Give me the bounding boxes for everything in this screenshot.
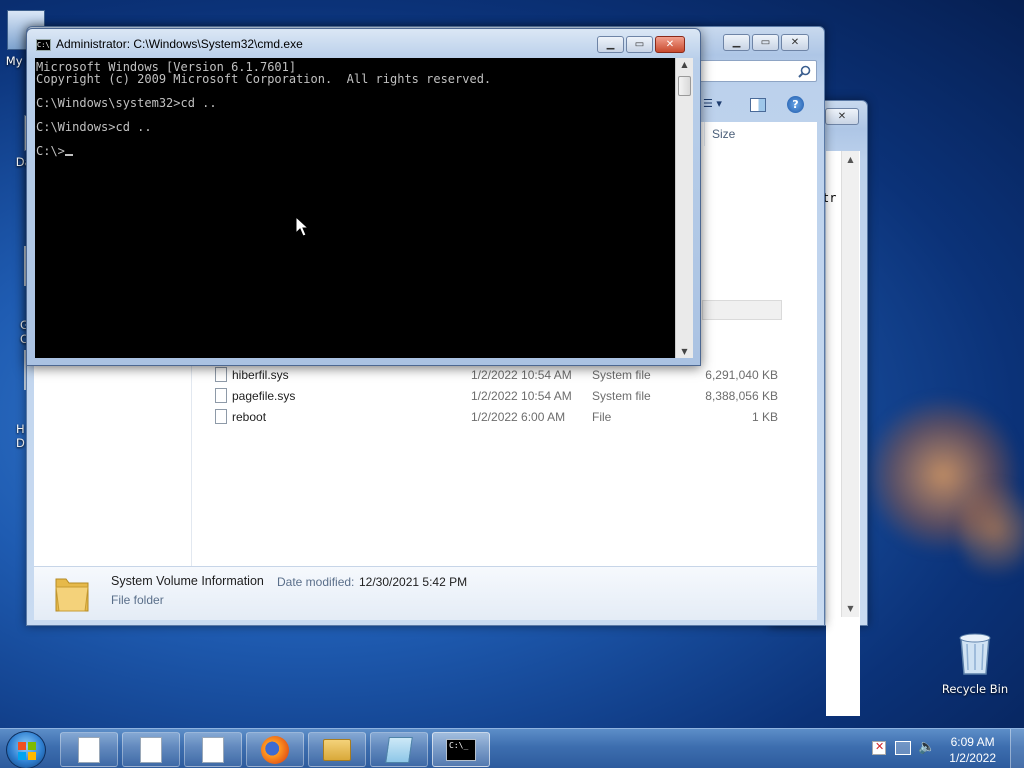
taskbar-item-document-3[interactable] (184, 732, 242, 767)
table-row[interactable]: hiberfil.sys 1/2/2022 10:54 AM System fi… (192, 364, 817, 385)
table-row[interactable]: reboot 1/2/2022 6:00 AM File 1 KB (192, 406, 817, 427)
file-name: hiberfil.sys (232, 367, 289, 382)
file-size: 6,291,040 KB (705, 367, 778, 382)
file-icon (215, 367, 227, 382)
notepad-icon (385, 736, 413, 763)
file-icon (215, 388, 227, 403)
clock-date: 1/2/2022 (949, 751, 996, 765)
details-modified-value: 12/30/2021 5:42 PM (359, 575, 468, 589)
file-date: 1/2/2022 10:54 AM (471, 388, 572, 403)
cmd-icon: C:\_ (446, 738, 476, 761)
preview-pane-icon[interactable] (750, 98, 766, 112)
taskbar-item-document-2[interactable] (122, 732, 180, 767)
clock[interactable]: 6:09 AM 1/2/2022 (949, 734, 996, 766)
background-window-content: tr ▲ ▼ (822, 151, 860, 716)
wallpaper-tendril (960, 470, 1024, 590)
file-type: File (592, 409, 612, 424)
vertical-scrollbar[interactable]: ▲ ▼ (675, 58, 693, 358)
column-label-size: Size (712, 127, 736, 141)
file-date: 1/2/2022 6:00 AM (471, 409, 566, 424)
view-options-icon[interactable]: ☰ ▾ (703, 97, 722, 110)
details-pane: System Volume Information Date modified:… (34, 566, 817, 620)
maximize-button[interactable]: ▭ (626, 36, 653, 53)
minimize-button[interactable]: ▁ (597, 36, 624, 53)
desktop-icon-recycle-bin[interactable]: Recycle Bin (938, 630, 1012, 696)
windows-logo-icon (18, 742, 36, 760)
start-button[interactable] (6, 731, 46, 768)
scroll-up-icon[interactable]: ▲ (842, 155, 859, 164)
toolbar: ☰ ▾ ? (699, 91, 817, 121)
folder-icon (323, 738, 351, 761)
console-line: Copyright (c) 2009 Microsoft Corporation… (36, 72, 492, 86)
prompt-line: C:\> (36, 145, 674, 157)
scroll-down-icon[interactable]: ▼ (842, 604, 859, 613)
close-button[interactable]: ✕ (825, 108, 859, 125)
taskbar: C:\_ ✕ 🔈 6:09 AM 1/2/2022 (0, 728, 1024, 768)
console-line: C:\Windows\system32>cd .. (36, 96, 217, 110)
close-button[interactable]: ✕ (781, 34, 809, 51)
folder-icon (55, 578, 89, 612)
file-icon (215, 409, 227, 424)
network-icon[interactable] (895, 741, 911, 755)
search-input[interactable] (699, 60, 817, 82)
taskbar-item-cmd[interactable]: C:\_ (432, 732, 490, 767)
window-caption-buttons: ▁ ▭ ✕ (721, 34, 809, 51)
mouse-cursor-icon (295, 216, 309, 237)
cmd-app-icon: C:\ (36, 39, 51, 51)
text-cursor (64, 154, 73, 156)
column-header-size[interactable]: Size (704, 122, 816, 146)
vertical-scrollbar[interactable]: ▲ ▼ (841, 151, 859, 617)
scroll-thumb[interactable] (678, 76, 691, 96)
action-center-icon[interactable]: ✕ (872, 740, 886, 755)
recycle-bin-label: Recycle Bin (941, 682, 1009, 696)
document-icon (202, 736, 224, 763)
table-row[interactable]: pagefile.sys 1/2/2022 10:54 AM System fi… (192, 385, 817, 406)
minimize-button[interactable]: ▁ (723, 34, 750, 51)
table-row-highlight (702, 300, 782, 320)
details-name: System Volume Information (111, 574, 264, 588)
file-type: System file (592, 367, 651, 382)
window-caption-buttons: ✕ (823, 108, 859, 125)
scroll-up-icon[interactable]: ▲ (676, 60, 693, 69)
file-name: pagefile.sys (232, 388, 296, 403)
volume-icon[interactable]: 🔈 (918, 739, 935, 755)
file-size: 8,388,056 KB (705, 388, 778, 403)
file-size: 1 KB (751, 409, 778, 424)
file-date: 1/2/2022 10:54 AM (471, 367, 572, 382)
file-type: System file (592, 388, 651, 403)
file-name: reboot (232, 409, 267, 424)
details-type: File folder (111, 593, 164, 607)
show-desktop-button[interactable] (1010, 729, 1024, 768)
details-modified-label: Date modified: (277, 575, 355, 589)
window-caption-buttons: ▁ ▭ ✕ (595, 36, 685, 53)
window-title: Administrator: C:\Windows\System32\cmd.e… (56, 37, 303, 51)
taskbar-item-document-1[interactable] (60, 732, 118, 767)
cmd-window[interactable]: C:\ Administrator: C:\Windows\System32\c… (26, 28, 701, 366)
recycle-bin-icon (959, 633, 991, 675)
document-icon (140, 736, 162, 763)
firefox-icon (261, 735, 289, 764)
document-icon (78, 736, 100, 763)
taskbar-item-explorer[interactable] (308, 732, 366, 767)
taskbar-item-notepad[interactable] (370, 732, 428, 767)
system-tray: ✕ 🔈 6:09 AM 1/2/2022 (864, 729, 1024, 768)
search-icon (798, 65, 811, 78)
console-line: C:\Windows>cd .. (36, 120, 152, 134)
clock-time: 6:09 AM (950, 735, 995, 749)
console-output[interactable]: Microsoft Windows [Version 6.1.7601] Copy… (35, 58, 675, 358)
error-x-icon: ✕ (875, 740, 885, 753)
help-icon[interactable]: ? (787, 96, 804, 113)
scroll-down-icon[interactable]: ▼ (676, 347, 693, 356)
console-line: C:\> (36, 144, 65, 158)
taskbar-item-firefox[interactable] (246, 732, 304, 767)
close-button[interactable]: ✕ (655, 36, 685, 53)
maximize-button[interactable]: ▭ (752, 34, 779, 51)
